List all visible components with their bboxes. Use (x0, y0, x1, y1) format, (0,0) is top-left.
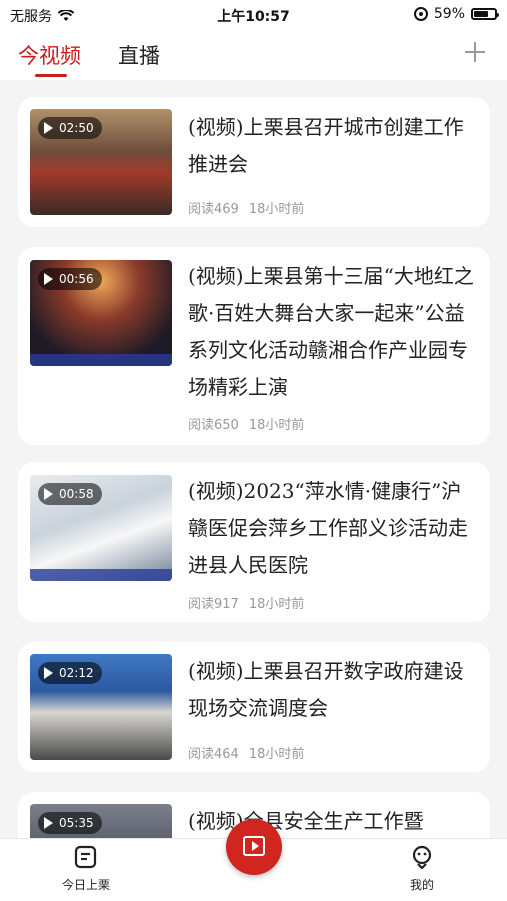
nav-profile-label: 我的 (409, 878, 434, 892)
video-title[interactable]: (视频)2023“萍水情·健康行”沪赣医促会萍乡工作部义诊活动走进县人民医院 (188, 473, 476, 584)
duration-badge: 05:35 (38, 812, 102, 834)
video-card[interactable]: 00:58 (视频)2023“萍水情·健康行”沪赣医促会萍乡工作部义诊活动走进县… (18, 462, 490, 622)
duration-badge: 02:50 (38, 117, 102, 139)
video-title[interactable]: (视频)上栗县第十三届“大地红之歌·百姓大舞台大家一起来”公益系列文化活动赣湘合… (188, 258, 476, 406)
read-count: 阅读917 (188, 597, 239, 612)
nav-home-label: 今日上栗 (61, 878, 110, 892)
status-bar: 无服务 上午10:57 59% (0, 0, 507, 30)
nav-home[interactable]: 今日上栗 (58, 845, 114, 893)
duration-badge: 00:56 (38, 268, 102, 290)
video-thumbnail[interactable]: 02:50 (30, 109, 172, 215)
play-icon (44, 488, 53, 500)
publish-time: 18小时前 (248, 418, 305, 433)
battery-percent: 59% (433, 6, 465, 22)
video-meta: 阅读917 18小时前 (188, 593, 304, 612)
video-title[interactable]: (视频)上栗县召开数字政府建设现场交流调度会 (188, 653, 476, 727)
profile-icon (400, 845, 444, 872)
read-count: 阅读464 (188, 747, 239, 762)
news-icon (58, 845, 114, 872)
read-count: 阅读650 (188, 418, 239, 433)
top-tab-bar: 今视频 直播 (0, 30, 507, 80)
bottom-nav: 今日上栗 我的 (0, 819, 507, 901)
duration-badge: 02:12 (38, 662, 102, 684)
read-count: 阅读469 (188, 202, 239, 217)
add-channel-icon[interactable] (463, 40, 487, 64)
video-card[interactable]: 00:56 (视频)上栗县第十三届“大地红之歌·百姓大舞台大家一起来”公益系列文… (18, 247, 490, 445)
publish-time: 18小时前 (248, 747, 305, 762)
nav-profile[interactable]: 我的 (400, 845, 444, 893)
play-icon (44, 667, 53, 679)
video-meta: 阅读464 18小时前 (188, 743, 304, 762)
video-thumbnail[interactable]: 02:12 (30, 654, 172, 760)
video-thumbnail[interactable]: 00:56 (30, 260, 172, 366)
play-icon (44, 273, 53, 285)
active-tab-indicator (35, 74, 67, 77)
video-meta: 阅读469 18小时前 (188, 198, 304, 217)
video-play-icon (243, 836, 265, 856)
publish-time: 18小时前 (248, 597, 305, 612)
play-icon (44, 122, 53, 134)
rotation-lock-icon (413, 7, 428, 21)
news-banner (30, 354, 172, 366)
video-thumbnail[interactable]: 00:58 (30, 475, 172, 581)
video-card[interactable]: 02:50 (视频)上栗县召开城市创建工作推进会 阅读469 18小时前 (18, 97, 490, 227)
video-card[interactable]: 02:12 (视频)上栗县召开数字政府建设现场交流调度会 阅读464 18小时前 (18, 642, 490, 772)
news-banner (30, 569, 172, 581)
video-thumbnail[interactable]: 05:35 (30, 804, 172, 838)
play-icon (44, 817, 53, 829)
duration-badge: 00:58 (38, 483, 102, 505)
video-meta: 阅读650 18小时前 (188, 414, 304, 433)
battery-icon (471, 8, 499, 20)
publish-time: 18小时前 (248, 202, 305, 217)
nav-video-button[interactable] (226, 819, 282, 875)
tab-live[interactable]: 直播 (118, 40, 160, 70)
video-title[interactable]: (视频)上栗县召开城市创建工作推进会 (188, 109, 476, 183)
tab-video[interactable]: 今视频 (18, 40, 81, 70)
video-feed[interactable]: 02:50 (视频)上栗县召开城市创建工作推进会 阅读469 18小时前 00:… (0, 80, 507, 838)
